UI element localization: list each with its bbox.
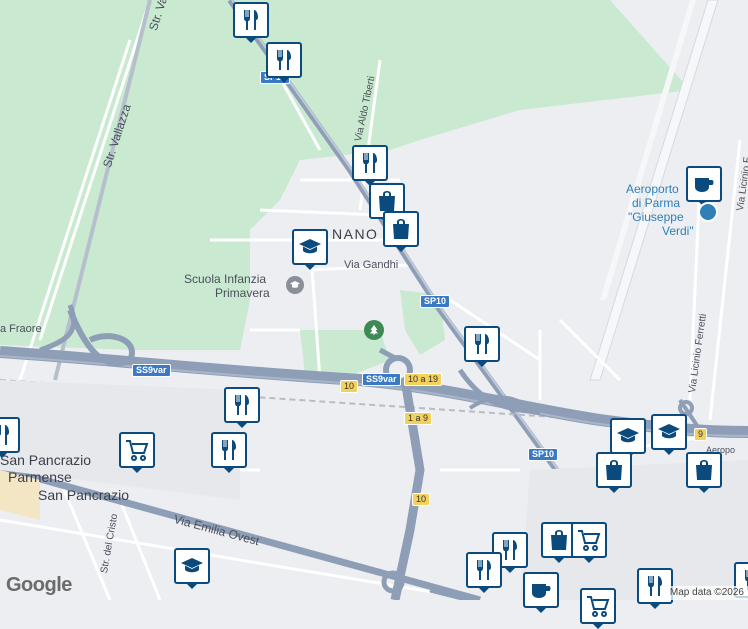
airport-pin-icon: [698, 202, 718, 222]
poi-grocery-2[interactable]: [571, 522, 607, 563]
poi-shopping-3[interactable]: [596, 452, 632, 493]
fork-knife-icon: [235, 395, 249, 415]
place-label-san-pancrazio: San Pancrazio: [38, 487, 130, 503]
poi-cafe-1[interactable]: [523, 572, 559, 613]
place-label-san-pancrazio-parmense-1: San Pancrazio: [0, 452, 92, 468]
graduation-cap-icon: [299, 239, 321, 254]
shield-ss9var-center: SS9var: [362, 373, 401, 386]
road-label-via-fraore: a Fraore: [0, 323, 42, 335]
graduation-cap-icon: [658, 424, 680, 439]
shopping-cart-icon: [587, 596, 610, 617]
airport-label-line2: di Parma: [632, 196, 681, 210]
fork-knife-icon: [648, 576, 662, 596]
park-pin-icon[interactable]: [364, 320, 384, 340]
map-attribution[interactable]: Map data ©2026: [665, 586, 748, 600]
shield-exit-1-9: 1 a 9: [404, 412, 433, 425]
shield-ss9var-left: SS9var: [132, 364, 171, 377]
poi-grocery-3[interactable]: [580, 588, 616, 629]
poi-shopping-2[interactable]: [383, 211, 419, 252]
google-logo[interactable]: Google: [6, 574, 72, 597]
airport-poi[interactable]: [686, 166, 722, 207]
fork-knife-icon: [475, 334, 489, 354]
school-pin-icon[interactable]: [286, 276, 304, 294]
shopping-bag-icon: [606, 460, 622, 480]
poi-restaurant-2[interactable]: [266, 42, 302, 83]
shopping-bag-icon: [696, 460, 712, 480]
poi-restaurant-4[interactable]: [464, 326, 500, 367]
airport-label-line1: Aeroporto: [626, 182, 679, 196]
fork-knife-icon: [363, 153, 377, 173]
graduation-cap-icon: [617, 428, 639, 443]
shopping-bag-icon: [393, 219, 409, 239]
fork-knife-icon: [277, 50, 291, 70]
school-label-line2: Primavera: [215, 286, 270, 300]
poi-restaurant-9[interactable]: [466, 552, 502, 593]
shield-sp10-bottom: SP10: [528, 448, 559, 461]
airport-label-line3: "Giuseppe: [628, 210, 684, 224]
shopping-cart-icon: [578, 530, 601, 551]
coffee-cup-icon: [532, 584, 551, 598]
poi-shopping-4[interactable]: [686, 452, 722, 493]
shield-exit-10-a: 10: [340, 380, 359, 393]
shopping-bag-icon: [379, 191, 395, 211]
place-label-san-pancrazio-parmense-2: Parmense: [8, 469, 72, 485]
poi-school-3[interactable]: [651, 414, 687, 455]
graduation-cap-icon: [181, 558, 203, 573]
poi-restaurant-6[interactable]: [211, 432, 247, 473]
fork-knife-icon: [222, 440, 236, 460]
poi-school-1[interactable]: [292, 229, 328, 270]
fork-knife-icon: [244, 10, 258, 30]
shopping-bag-icon: [551, 530, 567, 550]
shopping-cart-icon: [126, 440, 149, 461]
poi-school-2[interactable]: [610, 418, 646, 459]
shield-exit-10-b: 10: [412, 493, 431, 506]
shield-exit-10-19: 10 a 19: [404, 373, 443, 386]
school-label-line1: Scuola Infanzia: [184, 272, 267, 286]
poi-restaurant-1[interactable]: [233, 2, 269, 43]
fork-knife-icon: [477, 560, 491, 580]
coffee-cup-icon: [695, 178, 714, 192]
poi-grocery-1[interactable]: [119, 432, 155, 473]
poi-school-4[interactable]: [174, 548, 210, 589]
shield-exit-9: 9: [694, 428, 708, 441]
fork-knife-icon: [0, 425, 9, 445]
shield-sp10-mid: SP10: [420, 295, 451, 308]
airport-label-line4: Verdi": [662, 224, 694, 238]
poi-restaurant-5[interactable]: [224, 387, 260, 428]
road-label-via-gandhi: Via Gandhi: [344, 259, 399, 271]
place-label-town: NANO: [332, 226, 379, 242]
poi-restaurant-7[interactable]: [0, 417, 20, 458]
poi-restaurant-3[interactable]: [352, 145, 388, 186]
